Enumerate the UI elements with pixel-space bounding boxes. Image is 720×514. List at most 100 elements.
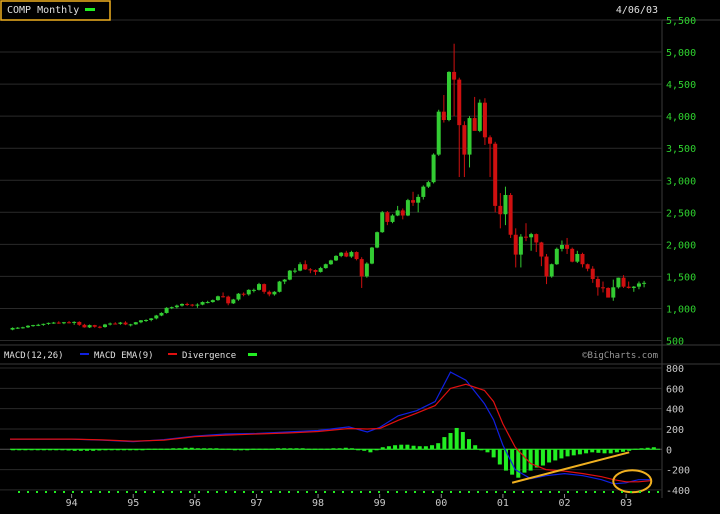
x-axis-dot [27, 491, 29, 493]
divergence-bar [497, 449, 502, 465]
candle-body [313, 270, 318, 272]
x-tick-label: 99 [374, 498, 386, 509]
x-axis-dot [477, 491, 479, 493]
x-axis-dot [207, 491, 209, 493]
candle-body [523, 236, 528, 238]
candle-body [149, 318, 154, 320]
candle-body [513, 234, 518, 255]
candle-body [200, 302, 205, 305]
candle-body [565, 245, 570, 249]
x-axis-dot [648, 491, 650, 493]
candle-body [411, 200, 416, 203]
candle-body [457, 79, 462, 126]
x-axis-dot [54, 491, 56, 493]
divergence-bar [522, 449, 527, 473]
candle-body [364, 263, 369, 277]
candle [554, 247, 559, 265]
x-axis-dot [639, 491, 641, 493]
candle-body [154, 315, 159, 319]
candle-body [123, 322, 128, 325]
x-axis-dot [333, 491, 335, 493]
x-axis-dot [108, 491, 110, 493]
divergence-bar [584, 449, 589, 454]
candle-body [190, 304, 195, 306]
candle-body [308, 269, 313, 271]
x-axis-dot [351, 491, 353, 493]
candle-body [375, 232, 380, 248]
candle [493, 141, 498, 213]
price-y-tick-label: 1,500 [666, 272, 696, 283]
x-axis-dot [324, 491, 326, 493]
candle [375, 231, 380, 249]
candle-body [503, 195, 508, 215]
price-y-tick-label: 2,500 [666, 208, 696, 219]
x-axis-dot [306, 491, 308, 493]
candle-body [601, 287, 606, 289]
x-axis-dot [198, 491, 200, 493]
macd-y-tick-label: 0 [666, 445, 672, 456]
watermark: ©BigCharts.com [582, 351, 658, 361]
candle-body [493, 143, 498, 206]
candle-body [580, 253, 585, 265]
x-axis-dot [594, 491, 596, 493]
candle-body [534, 234, 539, 243]
candle-body [41, 323, 46, 325]
candle [390, 214, 395, 224]
date-label: 4/06/03 [616, 5, 658, 16]
candle [364, 262, 369, 278]
candle [436, 109, 441, 156]
x-tick-label: 94 [66, 498, 78, 509]
candle [334, 255, 339, 262]
candle-body [559, 245, 564, 249]
candle-body [205, 302, 210, 304]
candle-body [31, 325, 36, 327]
x-axis-dot [171, 491, 173, 493]
candle-body [405, 200, 410, 216]
x-axis-dot [441, 491, 443, 493]
candle-body [72, 321, 77, 323]
x-axis-dot [531, 491, 533, 493]
macd-y-tick-label: 400 [666, 405, 684, 416]
candle-body [92, 325, 97, 327]
candle-body [215, 296, 220, 301]
divergence-bar [467, 439, 472, 450]
price-y-tick-label: 500 [666, 337, 684, 348]
candle [570, 247, 575, 263]
candle-body [636, 283, 641, 287]
candle-body [67, 322, 72, 324]
candle [606, 287, 611, 298]
candle-body [400, 210, 405, 216]
x-tick-label: 98 [312, 498, 324, 509]
x-axis-dot [603, 491, 605, 493]
x-axis-dot [540, 491, 542, 493]
divergence-bar [491, 449, 496, 458]
price-y-tick-label: 3,500 [666, 144, 696, 155]
candle [549, 263, 554, 278]
candle-body [221, 296, 226, 298]
x-axis-dot [567, 491, 569, 493]
x-tick-label: 01 [497, 498, 509, 509]
candle-body [56, 322, 61, 324]
candle-body [226, 296, 231, 304]
candle-body [616, 277, 621, 288]
x-axis-dot [468, 491, 470, 493]
x-axis-dot [495, 491, 497, 493]
divergence-bar [454, 427, 459, 450]
x-axis-dot [612, 491, 614, 493]
macd-y-tick-label: 800 [666, 364, 684, 375]
candle-body [642, 282, 647, 284]
candle-body [303, 264, 308, 270]
candle-body [544, 256, 549, 277]
candle-body [472, 118, 477, 131]
divergence-bar [430, 445, 435, 450]
x-tick-label: 97 [250, 498, 262, 509]
candle-body [272, 291, 277, 295]
divergence-bar [473, 445, 478, 450]
x-axis-dot [504, 491, 506, 493]
macd-y-tick-label: -400 [666, 486, 690, 497]
x-axis-dot [657, 491, 659, 493]
x-axis-dot [486, 491, 488, 493]
candle-body [87, 325, 92, 328]
candle [616, 277, 621, 289]
candle-body [626, 286, 631, 288]
